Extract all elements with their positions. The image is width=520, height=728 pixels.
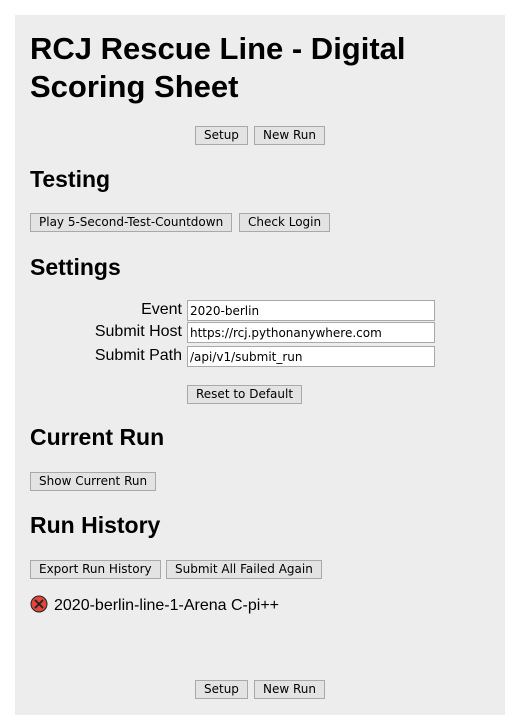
settings-heading: Settings: [30, 254, 121, 280]
setup-button[interactable]: Setup: [195, 126, 248, 145]
page-title: RCJ Rescue Line - Digital Scoring Sheet: [30, 31, 406, 104]
submit-path-label: Submit Path: [94, 347, 182, 364]
submit-path-field[interactable]: [187, 346, 435, 367]
run-history-heading: Run History: [30, 512, 161, 538]
new-run-button[interactable]: New Run: [254, 126, 325, 145]
current-run-heading: Current Run: [30, 424, 165, 450]
submit-host-label: Submit Host: [94, 323, 182, 340]
check-login-button[interactable]: Check Login: [239, 213, 331, 232]
run-history-item[interactable]: 2020-berlin-line-1-Arena C-pi++: [30, 595, 279, 617]
event-field[interactable]: [187, 300, 435, 321]
bottom-setup-button[interactable]: Setup: [195, 680, 248, 699]
bottom-new-run-button[interactable]: New Run: [254, 680, 325, 699]
show-current-run-button[interactable]: Show Current Run: [30, 472, 157, 491]
submit-host-field[interactable]: [187, 322, 435, 343]
play-countdown-button[interactable]: Play 5-Second-Test-Countdown: [30, 213, 233, 232]
reset-to-default-button[interactable]: Reset to Default: [187, 385, 303, 404]
scoring-sheet-panel: RCJ Rescue Line - Digital Scoring Sheet …: [15, 15, 505, 715]
submit-all-failed-button[interactable]: Submit All Failed Again: [166, 560, 322, 579]
event-label: Event: [141, 301, 182, 318]
failed-icon: [30, 595, 48, 618]
run-history-item-label: 2020-berlin-line-1-Arena C-pi++: [54, 597, 280, 614]
testing-heading: Testing: [30, 166, 111, 192]
export-run-history-button[interactable]: Export Run History: [30, 560, 161, 579]
